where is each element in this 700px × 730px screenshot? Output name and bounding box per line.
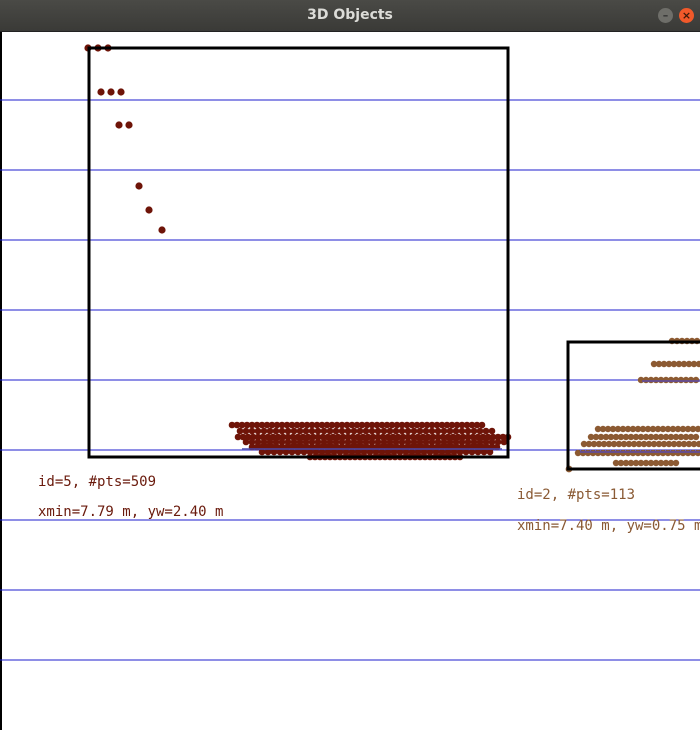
object-5-point xyxy=(350,427,358,435)
object-5-point xyxy=(380,427,388,435)
object-5-point xyxy=(478,421,486,429)
object-5-point xyxy=(410,427,418,435)
object-5-point xyxy=(326,427,334,435)
object-5-point xyxy=(158,226,166,234)
object-5-point xyxy=(314,427,322,435)
object-2-point xyxy=(695,440,700,448)
object-5-point xyxy=(332,427,340,435)
object-5-point xyxy=(272,427,280,435)
object-5-point xyxy=(488,427,496,435)
object-5-point xyxy=(236,427,244,435)
object-5-point xyxy=(320,427,328,435)
object-5-point xyxy=(362,427,370,435)
object-2-point xyxy=(692,433,700,441)
object-2-point xyxy=(672,459,680,467)
object-5-point xyxy=(464,427,472,435)
object-5-point xyxy=(266,427,274,435)
object-5-point xyxy=(482,427,490,435)
minimize-button[interactable]: – xyxy=(658,8,673,23)
object-5-point xyxy=(416,427,424,435)
scene-svg xyxy=(0,32,700,730)
object-5-point xyxy=(398,427,406,435)
object-5-point xyxy=(107,88,115,96)
object-2-id-label: id=2, #pts=113 xyxy=(517,487,636,503)
object-5-point xyxy=(452,427,460,435)
object-5-point xyxy=(145,206,153,214)
close-button[interactable]: × xyxy=(679,8,694,23)
object-5-point xyxy=(278,427,286,435)
object-5-point xyxy=(344,427,352,435)
title-bar: 3D Objects – × xyxy=(0,0,700,32)
object-5-point xyxy=(260,427,268,435)
object-5-point xyxy=(446,427,454,435)
object-2-point xyxy=(694,425,700,433)
birds-eye-view-canvas: id=5, #pts=509 xmin=7.79 m, yw=2.40 m id… xyxy=(0,32,700,730)
object-5-point xyxy=(242,427,250,435)
object-5-point xyxy=(476,427,484,435)
object-5-point xyxy=(308,427,316,435)
window-title: 3D Objects xyxy=(307,7,393,23)
object-5-point xyxy=(368,427,376,435)
object-5-point xyxy=(254,427,262,435)
object-5-point xyxy=(135,182,143,190)
object-5-point xyxy=(242,438,250,446)
object-5-point xyxy=(422,427,430,435)
object-5-point xyxy=(248,427,256,435)
object-5-point xyxy=(356,427,364,435)
object-2-extent-label: xmin=7.40 m, yw=0.75 m xyxy=(517,518,700,534)
object-5-id-label: id=5, #pts=509 xyxy=(38,474,157,490)
object-5-point xyxy=(470,427,478,435)
object-5-point xyxy=(392,427,400,435)
object-5-point xyxy=(458,427,466,435)
object-5-point xyxy=(302,427,310,435)
object-5-point xyxy=(125,121,133,129)
object-5-extent-label: xmin=7.79 m, yw=2.40 m xyxy=(38,504,224,520)
object-5-bounding-box xyxy=(87,46,510,459)
object-5-point xyxy=(290,427,298,435)
object-5-point xyxy=(115,121,123,129)
object-5-point xyxy=(386,427,394,435)
object-5-point xyxy=(97,88,105,96)
object-5-point xyxy=(117,88,125,96)
object-5-point xyxy=(428,427,436,435)
object-5-point xyxy=(434,427,442,435)
object-5-point xyxy=(440,427,448,435)
object-5-point xyxy=(296,427,304,435)
object-2-point xyxy=(695,360,700,368)
object-5-point xyxy=(338,427,346,435)
object-5-point xyxy=(284,427,292,435)
object-5-point xyxy=(374,427,382,435)
object-5-point xyxy=(500,438,508,446)
object-5-point xyxy=(404,427,412,435)
